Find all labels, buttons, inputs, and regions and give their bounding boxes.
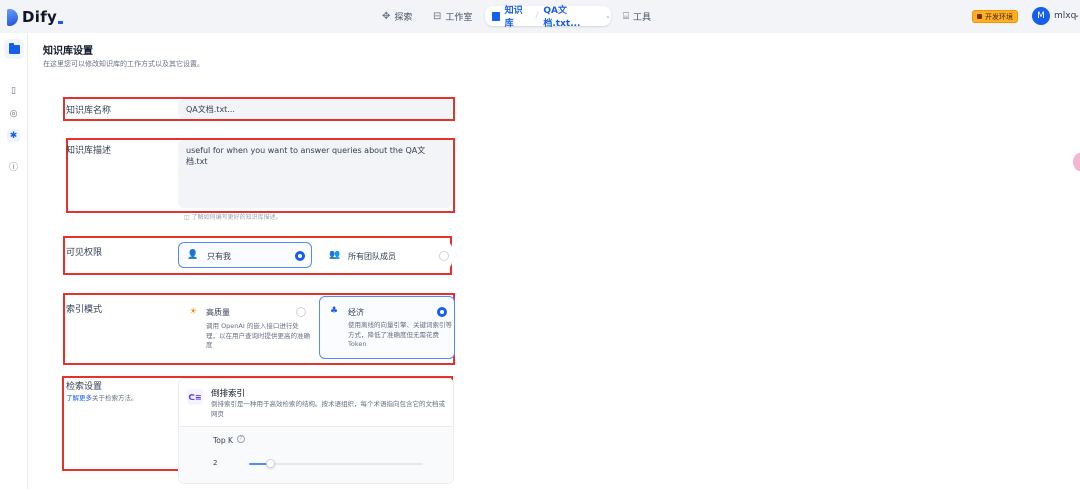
username[interactable]: mlxq (1054, 11, 1076, 21)
current-dataset-selector[interactable]: QA文档.txt... (543, 3, 601, 29)
page-subtitle: 在这里您可以修改知识库的工作方式以及其它设置。 (43, 60, 204, 68)
permission-option-only-me[interactable]: 👤 只有我 (178, 242, 312, 268)
user-icon: 👤 (187, 250, 199, 260)
learn-more-suffix: 关于检索方法。 (92, 394, 138, 402)
users-icon: 👥 (329, 250, 341, 260)
nav-tools[interactable]: ⌸ 工具 (623, 7, 651, 26)
nav-studio[interactable]: ⊟ 工作室 (433, 7, 472, 26)
info-icon[interactable]: ⓘ (7, 160, 20, 173)
nav-separator: / (535, 11, 539, 21)
nav-knowledge-label: 知识库 (504, 6, 523, 29)
retrieval-method-header: ᕦ≡ 倒排索引 倒排索引是一种用于高效检索的结构。按术语组织，每个术语指向包含它… (179, 379, 453, 427)
description-label: 知识库描述 (66, 146, 112, 156)
learn-more-link[interactable]: 了解更多 (66, 394, 92, 402)
retrieval-method-card: ᕦ≡ 倒排索引 倒排索引是一种用于高效检索的结构。按术语组织，每个术语指向包含它… (178, 378, 454, 484)
top-k-slider[interactable] (249, 459, 423, 468)
index-mode-label: 索引模式 (66, 305, 103, 315)
hit-testing-icon[interactable]: ◎ (7, 107, 20, 120)
permission-only-me-label: 只有我 (207, 252, 231, 261)
retrieval-label: 检索设置 (66, 382, 103, 392)
dify-logo-icon (7, 8, 18, 26)
dataset-description-textarea[interactable]: useful for when you want to answer queri… (178, 140, 452, 208)
description-hint-text: 了解如何编写更好的知识库描述。 (191, 214, 282, 221)
retrieval-method-title: 倒排索引 (211, 389, 246, 399)
top-k-label: Top K (213, 436, 233, 445)
nav-tools-label: 工具 (633, 13, 652, 23)
avatar[interactable]: M (1032, 7, 1050, 25)
description-hint-link[interactable]: ◫ 了解如何编写更好的知识库描述。 (184, 212, 282, 221)
index-option-high-quality[interactable]: ☀ 高质量 调用 OpenAI 的嵌入接口进行处理，以在用户查询时提供更高的准确… (178, 297, 314, 359)
nav-studio-label: 工作室 (445, 13, 473, 23)
nav-knowledge-active[interactable]: 知识库 / QA文档.txt... ⌄ (485, 3, 611, 29)
index-high-quality-title: 高质量 (206, 308, 230, 317)
permission-only-me-radio[interactable] (295, 251, 305, 261)
nav-explore-label: 探索 (394, 13, 413, 23)
permission-all-members-label: 所有团队成员 (348, 252, 396, 261)
settings-gear-icon[interactable]: ✱ (7, 129, 20, 142)
top-k-slider-thumb[interactable] (266, 459, 275, 468)
app-name: Dify (22, 8, 58, 26)
name-label: 知识库名称 (66, 106, 112, 116)
permission-option-all-members[interactable]: 👥 所有团队成员 (320, 242, 452, 268)
index-high-quality-desc: 调用 OpenAI 的嵌入接口进行处理，以在用户查询时提供更高的准确度 (206, 322, 310, 349)
index-economy-radio[interactable] (437, 307, 447, 317)
toolbox-icon: ⌸ (623, 10, 629, 22)
floating-assistant-bubble[interactable] (1073, 153, 1080, 171)
sun-icon: ☀ (188, 307, 198, 317)
index-option-economy[interactable]: ♣ 经济 使用离线的向量引擎、关键词索引等方式，降低了准确度但无需花费 Toke… (319, 296, 455, 359)
help-circle-icon[interactable]: ? (237, 435, 245, 443)
dataset-folder-icon[interactable] (4, 39, 24, 59)
documents-icon[interactable]: ▯ (7, 84, 20, 97)
retrieval-method-desc: 倒排索引是一种用于高效检索的结构。按术语组织，每个术语指向包含它的文档或网页 (211, 400, 445, 418)
permission-label: 可见权限 (66, 248, 103, 258)
studio-icon: ⊟ (433, 10, 442, 22)
logo-underscore (58, 21, 64, 24)
page-title: 知识库设置 (43, 46, 93, 57)
user-menu-chevron-icon[interactable]: ⌄ (1074, 11, 1080, 19)
inverted-index-icon: ᕦ≡ (187, 389, 203, 405)
env-badge-label: 开发环境 (985, 12, 1013, 21)
top-navigation-bar: Dify ✥ 探索 ⊟ 工作室 知识库 / QA文档.txt... ⌄ ⌸ 工具… (0, 0, 1080, 33)
chevron-down-icon[interactable]: ⌄ (605, 12, 611, 20)
dify-logo[interactable]: Dify (7, 7, 64, 27)
env-badge: 开发环境 (972, 10, 1018, 23)
dataset-sidebar: ▯ ◎ ✱ ⓘ (0, 33, 28, 489)
index-economy-title: 经济 (348, 308, 364, 317)
folder-icon (8, 42, 20, 54)
index-high-quality-radio[interactable] (296, 307, 306, 317)
permission-all-members-radio[interactable] (439, 251, 449, 261)
nav-explore[interactable]: ✥ 探索 (382, 7, 412, 26)
book-hint-icon: ◫ (184, 214, 192, 221)
piggy-bank-icon: ♣ (329, 306, 339, 316)
index-economy-desc: 使用离线的向量引擎、关键词索引等方式，降低了准确度但无需花费 Token (348, 321, 452, 348)
compass-icon: ✥ (382, 10, 391, 22)
book-icon (492, 11, 500, 21)
top-k-value[interactable]: 2 (213, 459, 217, 467)
dataset-name-input[interactable]: QA文档.txt... (178, 99, 452, 119)
env-icon (977, 14, 982, 19)
retrieval-learn-more: 了解更多关于检索方法。 (66, 392, 138, 402)
